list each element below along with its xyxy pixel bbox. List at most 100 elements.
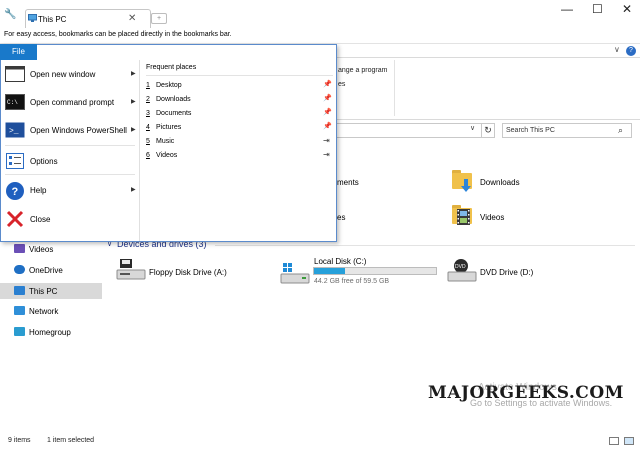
- nav-item-homegroup[interactable]: Homegroup: [0, 324, 102, 340]
- nav-item-label: Homegroup: [29, 328, 71, 337]
- nav-item-label: This PC: [29, 287, 58, 296]
- frequent-place-number: 3: [146, 110, 150, 117]
- wrench-icon[interactable]: 🔧: [4, 9, 16, 20]
- submenu-arrow-icon: ▶: [131, 127, 136, 133]
- downloads-folder-label[interactable]: Downloads: [480, 178, 520, 187]
- menu-item-open-windows-powershell[interactable]: >_ Open Windows PowerShell ▶: [1, 116, 140, 144]
- onedrive-icon: [14, 265, 25, 274]
- menu-separator: [5, 174, 135, 175]
- pinned-icon[interactable]: 📌: [323, 122, 332, 130]
- pin-icon[interactable]: ⇥: [323, 150, 330, 159]
- selection-count: 1 item selected: [47, 437, 95, 444]
- frequent-place-downloads[interactable]: 2 Downloads 📌: [146, 93, 334, 106]
- bookmarks-hint: For easy access, bookmarks can be placed…: [4, 31, 232, 38]
- new-tab-button[interactable]: +: [151, 13, 167, 24]
- help-icon[interactable]: ?: [626, 46, 636, 56]
- submenu-arrow-icon: ▶: [131, 71, 136, 77]
- menu-item-open-command-prompt[interactable]: C:\ Open command prompt ▶: [1, 88, 140, 116]
- local-disk-free-space: 44.2 GB free of 59.5 GB: [314, 278, 390, 285]
- pinned-icon[interactable]: 📌: [323, 94, 332, 102]
- documents-folder-label[interactable]: ments: [337, 178, 359, 187]
- svg-text:DVD: DVD: [455, 264, 466, 270]
- frequent-place-number: 4: [146, 124, 150, 131]
- dvd-drive-icon[interactable]: DVD: [447, 259, 477, 283]
- frequent-place-label: Videos: [156, 152, 178, 159]
- homegroup-icon: [14, 327, 25, 336]
- close-window-button[interactable]: ✕: [622, 2, 632, 16]
- change-program-label[interactable]: ange a program: [338, 67, 387, 74]
- new-window-icon: [5, 65, 25, 85]
- ribbon-item-label[interactable]: es: [338, 81, 345, 88]
- tab-close-icon[interactable]: ✕: [128, 13, 136, 24]
- frequent-place-label: Downloads: [156, 96, 191, 103]
- search-placeholder: Search This PC: [506, 127, 555, 134]
- submenu-arrow-icon: ▶: [131, 187, 136, 193]
- floppy-drive-icon[interactable]: [116, 259, 146, 281]
- ribbon-expand-icon[interactable]: ∨: [614, 45, 620, 54]
- nav-item-videos[interactable]: Videos: [0, 241, 102, 257]
- nav-item-onedrive[interactable]: OneDrive: [0, 262, 102, 278]
- local-disk-label[interactable]: Local Disk (C:): [314, 257, 366, 266]
- dvd-drive-label[interactable]: DVD Drive (D:): [480, 268, 533, 277]
- film-strip-icon: [457, 209, 470, 225]
- status-bar: [0, 433, 640, 449]
- videos-icon: [14, 244, 25, 253]
- pin-icon[interactable]: ⇥: [323, 136, 330, 145]
- disk-usage-bar: [313, 267, 437, 275]
- file-tab[interactable]: File: [0, 44, 37, 60]
- details-view-icon[interactable]: [609, 437, 619, 445]
- frequent-place-label: Music: [156, 138, 175, 145]
- nav-item-this-pc[interactable]: This PC: [0, 283, 102, 299]
- menu-item-options[interactable]: Options: [1, 147, 140, 175]
- activate-windows-subtitle: Go to Settings to activate Windows.: [470, 398, 613, 408]
- menu-item-close[interactable]: Close: [1, 205, 140, 233]
- frequent-places-title: Frequent places: [146, 64, 197, 71]
- powershell-icon: >_: [5, 121, 25, 141]
- svg-text:?: ?: [12, 186, 19, 198]
- chevron-down-icon[interactable]: ∨: [470, 124, 475, 132]
- menu-item-label: Open new window: [30, 70, 96, 79]
- item-count: 9 items: [8, 437, 31, 444]
- frequent-place-videos[interactable]: 6 Videos ⇥: [146, 149, 334, 162]
- frequent-place-number: 1: [146, 82, 150, 89]
- nav-item-label: Videos: [29, 245, 54, 254]
- minimize-button[interactable]: —: [561, 2, 573, 16]
- nav-item-label: OneDrive: [29, 266, 63, 275]
- close-icon: [5, 210, 25, 230]
- frequent-place-music[interactable]: 5 Music ⇥: [146, 135, 334, 148]
- disk-usage-fill: [314, 268, 346, 274]
- frequent-place-number: 6: [146, 152, 150, 159]
- refresh-icon[interactable]: ↻: [481, 123, 495, 138]
- menu-item-label: Close: [30, 215, 51, 224]
- menu-item-help[interactable]: ? Help ▶: [1, 176, 140, 204]
- pictures-folder-label[interactable]: es: [337, 213, 345, 222]
- command-prompt-icon: C:\: [5, 93, 25, 113]
- menu-item-open-new-window[interactable]: Open new window ▶: [1, 60, 140, 88]
- nav-item-label: Network: [29, 307, 59, 316]
- local-disk-icon[interactable]: [280, 262, 310, 284]
- tab-title: This PC: [38, 15, 67, 24]
- this-pc-icon: [14, 286, 25, 295]
- search-icon[interactable]: ⌕: [618, 125, 623, 136]
- frequent-place-number: 5: [146, 138, 150, 145]
- maximize-button[interactable]: ☐: [592, 2, 603, 16]
- svg-text:>_: >_: [9, 127, 19, 136]
- frequent-place-desktop[interactable]: 1 Desktop 📌: [146, 79, 334, 92]
- pinned-icon[interactable]: 📌: [323, 80, 332, 88]
- frequent-place-label: Documents: [156, 110, 192, 117]
- pinned-icon[interactable]: 📌: [323, 108, 332, 116]
- floppy-drive-label[interactable]: Floppy Disk Drive (A:): [149, 268, 227, 277]
- frequent-place-label: Pictures: [156, 124, 182, 131]
- menu-separator: [5, 145, 135, 146]
- svg-text:C:\: C:\: [7, 99, 18, 106]
- ribbon-divider: [394, 60, 395, 116]
- large-icons-view-icon[interactable]: [624, 437, 634, 445]
- frequent-place-number: 2: [146, 96, 150, 103]
- address-bar[interactable]: [337, 123, 482, 138]
- frequent-place-pictures[interactable]: 4 Pictures 📌: [146, 121, 334, 134]
- videos-folder-label[interactable]: Videos: [480, 213, 504, 222]
- menu-item-label: Open Windows PowerShell: [30, 126, 127, 135]
- frequent-place-documents[interactable]: 3 Documents 📌: [146, 107, 334, 120]
- screen: 🔧 This PC ✕ + — ☐ ✕ For easy access, boo…: [0, 0, 640, 449]
- nav-item-network[interactable]: Network: [0, 303, 102, 319]
